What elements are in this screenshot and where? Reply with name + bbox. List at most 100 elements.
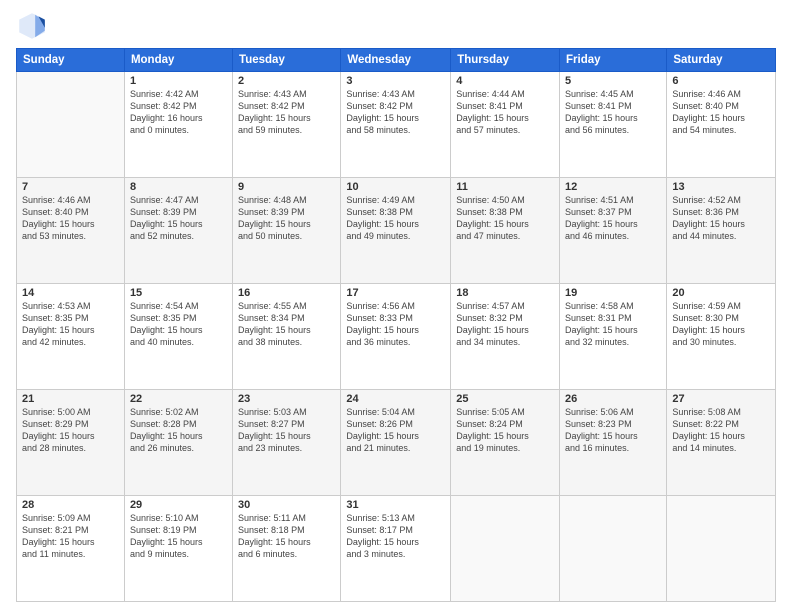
day-number: 3 [346,75,445,87]
calendar-cell: 22Sunrise: 5:02 AM Sunset: 8:28 PM Dayli… [124,390,232,496]
logo [16,10,52,42]
header-cell-friday: Friday [560,49,667,72]
day-info: Sunrise: 4:48 AM Sunset: 8:39 PM Dayligh… [238,194,335,243]
header-cell-tuesday: Tuesday [233,49,341,72]
logo-icon [16,10,48,42]
calendar-cell: 28Sunrise: 5:09 AM Sunset: 8:21 PM Dayli… [17,496,125,602]
day-info: Sunrise: 4:47 AM Sunset: 8:39 PM Dayligh… [130,194,227,243]
header-cell-saturday: Saturday [667,49,776,72]
day-number: 14 [22,287,119,299]
day-number: 11 [456,181,554,193]
calendar-cell: 10Sunrise: 4:49 AM Sunset: 8:38 PM Dayli… [341,178,451,284]
calendar-cell: 14Sunrise: 4:53 AM Sunset: 8:35 PM Dayli… [17,284,125,390]
day-number: 25 [456,393,554,405]
calendar-cell: 11Sunrise: 4:50 AM Sunset: 8:38 PM Dayli… [451,178,560,284]
day-number: 26 [565,393,661,405]
week-row-2: 7Sunrise: 4:46 AM Sunset: 8:40 PM Daylig… [17,178,776,284]
calendar-cell: 19Sunrise: 4:58 AM Sunset: 8:31 PM Dayli… [560,284,667,390]
day-info: Sunrise: 4:46 AM Sunset: 8:40 PM Dayligh… [672,88,770,137]
calendar-cell [560,496,667,602]
day-info: Sunrise: 4:49 AM Sunset: 8:38 PM Dayligh… [346,194,445,243]
calendar-cell: 20Sunrise: 4:59 AM Sunset: 8:30 PM Dayli… [667,284,776,390]
day-number: 19 [565,287,661,299]
day-info: Sunrise: 4:45 AM Sunset: 8:41 PM Dayligh… [565,88,661,137]
day-number: 9 [238,181,335,193]
day-number: 16 [238,287,335,299]
day-info: Sunrise: 4:53 AM Sunset: 8:35 PM Dayligh… [22,300,119,349]
calendar-cell [451,496,560,602]
day-number: 31 [346,499,445,511]
calendar-cell: 23Sunrise: 5:03 AM Sunset: 8:27 PM Dayli… [233,390,341,496]
day-info: Sunrise: 4:52 AM Sunset: 8:36 PM Dayligh… [672,194,770,243]
calendar-cell: 2Sunrise: 4:43 AM Sunset: 8:42 PM Daylig… [233,72,341,178]
day-info: Sunrise: 5:09 AM Sunset: 8:21 PM Dayligh… [22,512,119,561]
day-number: 27 [672,393,770,405]
page: SundayMondayTuesdayWednesdayThursdayFrid… [0,0,792,612]
day-info: Sunrise: 4:51 AM Sunset: 8:37 PM Dayligh… [565,194,661,243]
week-row-1: 1Sunrise: 4:42 AM Sunset: 8:42 PM Daylig… [17,72,776,178]
calendar-cell: 25Sunrise: 5:05 AM Sunset: 8:24 PM Dayli… [451,390,560,496]
day-number: 29 [130,499,227,511]
day-info: Sunrise: 5:05 AM Sunset: 8:24 PM Dayligh… [456,406,554,455]
calendar-cell: 3Sunrise: 4:43 AM Sunset: 8:42 PM Daylig… [341,72,451,178]
calendar-cell [17,72,125,178]
day-info: Sunrise: 5:06 AM Sunset: 8:23 PM Dayligh… [565,406,661,455]
calendar-cell: 5Sunrise: 4:45 AM Sunset: 8:41 PM Daylig… [560,72,667,178]
calendar-cell: 7Sunrise: 4:46 AM Sunset: 8:40 PM Daylig… [17,178,125,284]
day-info: Sunrise: 4:42 AM Sunset: 8:42 PM Dayligh… [130,88,227,137]
day-number: 8 [130,181,227,193]
day-number: 18 [456,287,554,299]
header-row: SundayMondayTuesdayWednesdayThursdayFrid… [17,49,776,72]
header-cell-wednesday: Wednesday [341,49,451,72]
calendar-cell: 9Sunrise: 4:48 AM Sunset: 8:39 PM Daylig… [233,178,341,284]
header-cell-monday: Monday [124,49,232,72]
day-info: Sunrise: 4:50 AM Sunset: 8:38 PM Dayligh… [456,194,554,243]
calendar-cell: 26Sunrise: 5:06 AM Sunset: 8:23 PM Dayli… [560,390,667,496]
calendar-cell: 8Sunrise: 4:47 AM Sunset: 8:39 PM Daylig… [124,178,232,284]
day-number: 1 [130,75,227,87]
calendar-cell: 4Sunrise: 4:44 AM Sunset: 8:41 PM Daylig… [451,72,560,178]
day-number: 30 [238,499,335,511]
day-info: Sunrise: 4:58 AM Sunset: 8:31 PM Dayligh… [565,300,661,349]
calendar-cell: 24Sunrise: 5:04 AM Sunset: 8:26 PM Dayli… [341,390,451,496]
week-row-5: 28Sunrise: 5:09 AM Sunset: 8:21 PM Dayli… [17,496,776,602]
calendar-cell: 15Sunrise: 4:54 AM Sunset: 8:35 PM Dayli… [124,284,232,390]
header-cell-thursday: Thursday [451,49,560,72]
day-number: 12 [565,181,661,193]
calendar-cell: 13Sunrise: 4:52 AM Sunset: 8:36 PM Dayli… [667,178,776,284]
day-number: 6 [672,75,770,87]
day-info: Sunrise: 4:59 AM Sunset: 8:30 PM Dayligh… [672,300,770,349]
calendar-cell: 27Sunrise: 5:08 AM Sunset: 8:22 PM Dayli… [667,390,776,496]
day-info: Sunrise: 5:04 AM Sunset: 8:26 PM Dayligh… [346,406,445,455]
calendar-cell: 12Sunrise: 4:51 AM Sunset: 8:37 PM Dayli… [560,178,667,284]
day-info: Sunrise: 5:00 AM Sunset: 8:29 PM Dayligh… [22,406,119,455]
day-info: Sunrise: 4:44 AM Sunset: 8:41 PM Dayligh… [456,88,554,137]
calendar-table: SundayMondayTuesdayWednesdayThursdayFrid… [16,48,776,602]
calendar-cell [667,496,776,602]
day-info: Sunrise: 5:11 AM Sunset: 8:18 PM Dayligh… [238,512,335,561]
day-number: 2 [238,75,335,87]
calendar-cell: 1Sunrise: 4:42 AM Sunset: 8:42 PM Daylig… [124,72,232,178]
day-number: 21 [22,393,119,405]
day-number: 15 [130,287,227,299]
day-number: 20 [672,287,770,299]
day-info: Sunrise: 5:08 AM Sunset: 8:22 PM Dayligh… [672,406,770,455]
day-number: 28 [22,499,119,511]
calendar-cell: 21Sunrise: 5:00 AM Sunset: 8:29 PM Dayli… [17,390,125,496]
week-row-4: 21Sunrise: 5:00 AM Sunset: 8:29 PM Dayli… [17,390,776,496]
day-info: Sunrise: 4:43 AM Sunset: 8:42 PM Dayligh… [238,88,335,137]
day-info: Sunrise: 4:46 AM Sunset: 8:40 PM Dayligh… [22,194,119,243]
day-number: 10 [346,181,445,193]
calendar-cell: 29Sunrise: 5:10 AM Sunset: 8:19 PM Dayli… [124,496,232,602]
day-info: Sunrise: 5:02 AM Sunset: 8:28 PM Dayligh… [130,406,227,455]
calendar-cell: 16Sunrise: 4:55 AM Sunset: 8:34 PM Dayli… [233,284,341,390]
day-info: Sunrise: 5:03 AM Sunset: 8:27 PM Dayligh… [238,406,335,455]
day-info: Sunrise: 5:13 AM Sunset: 8:17 PM Dayligh… [346,512,445,561]
calendar-cell: 31Sunrise: 5:13 AM Sunset: 8:17 PM Dayli… [341,496,451,602]
calendar-cell: 18Sunrise: 4:57 AM Sunset: 8:32 PM Dayli… [451,284,560,390]
header [16,10,776,42]
calendar-cell: 6Sunrise: 4:46 AM Sunset: 8:40 PM Daylig… [667,72,776,178]
calendar-cell: 30Sunrise: 5:11 AM Sunset: 8:18 PM Dayli… [233,496,341,602]
day-number: 4 [456,75,554,87]
day-info: Sunrise: 5:10 AM Sunset: 8:19 PM Dayligh… [130,512,227,561]
